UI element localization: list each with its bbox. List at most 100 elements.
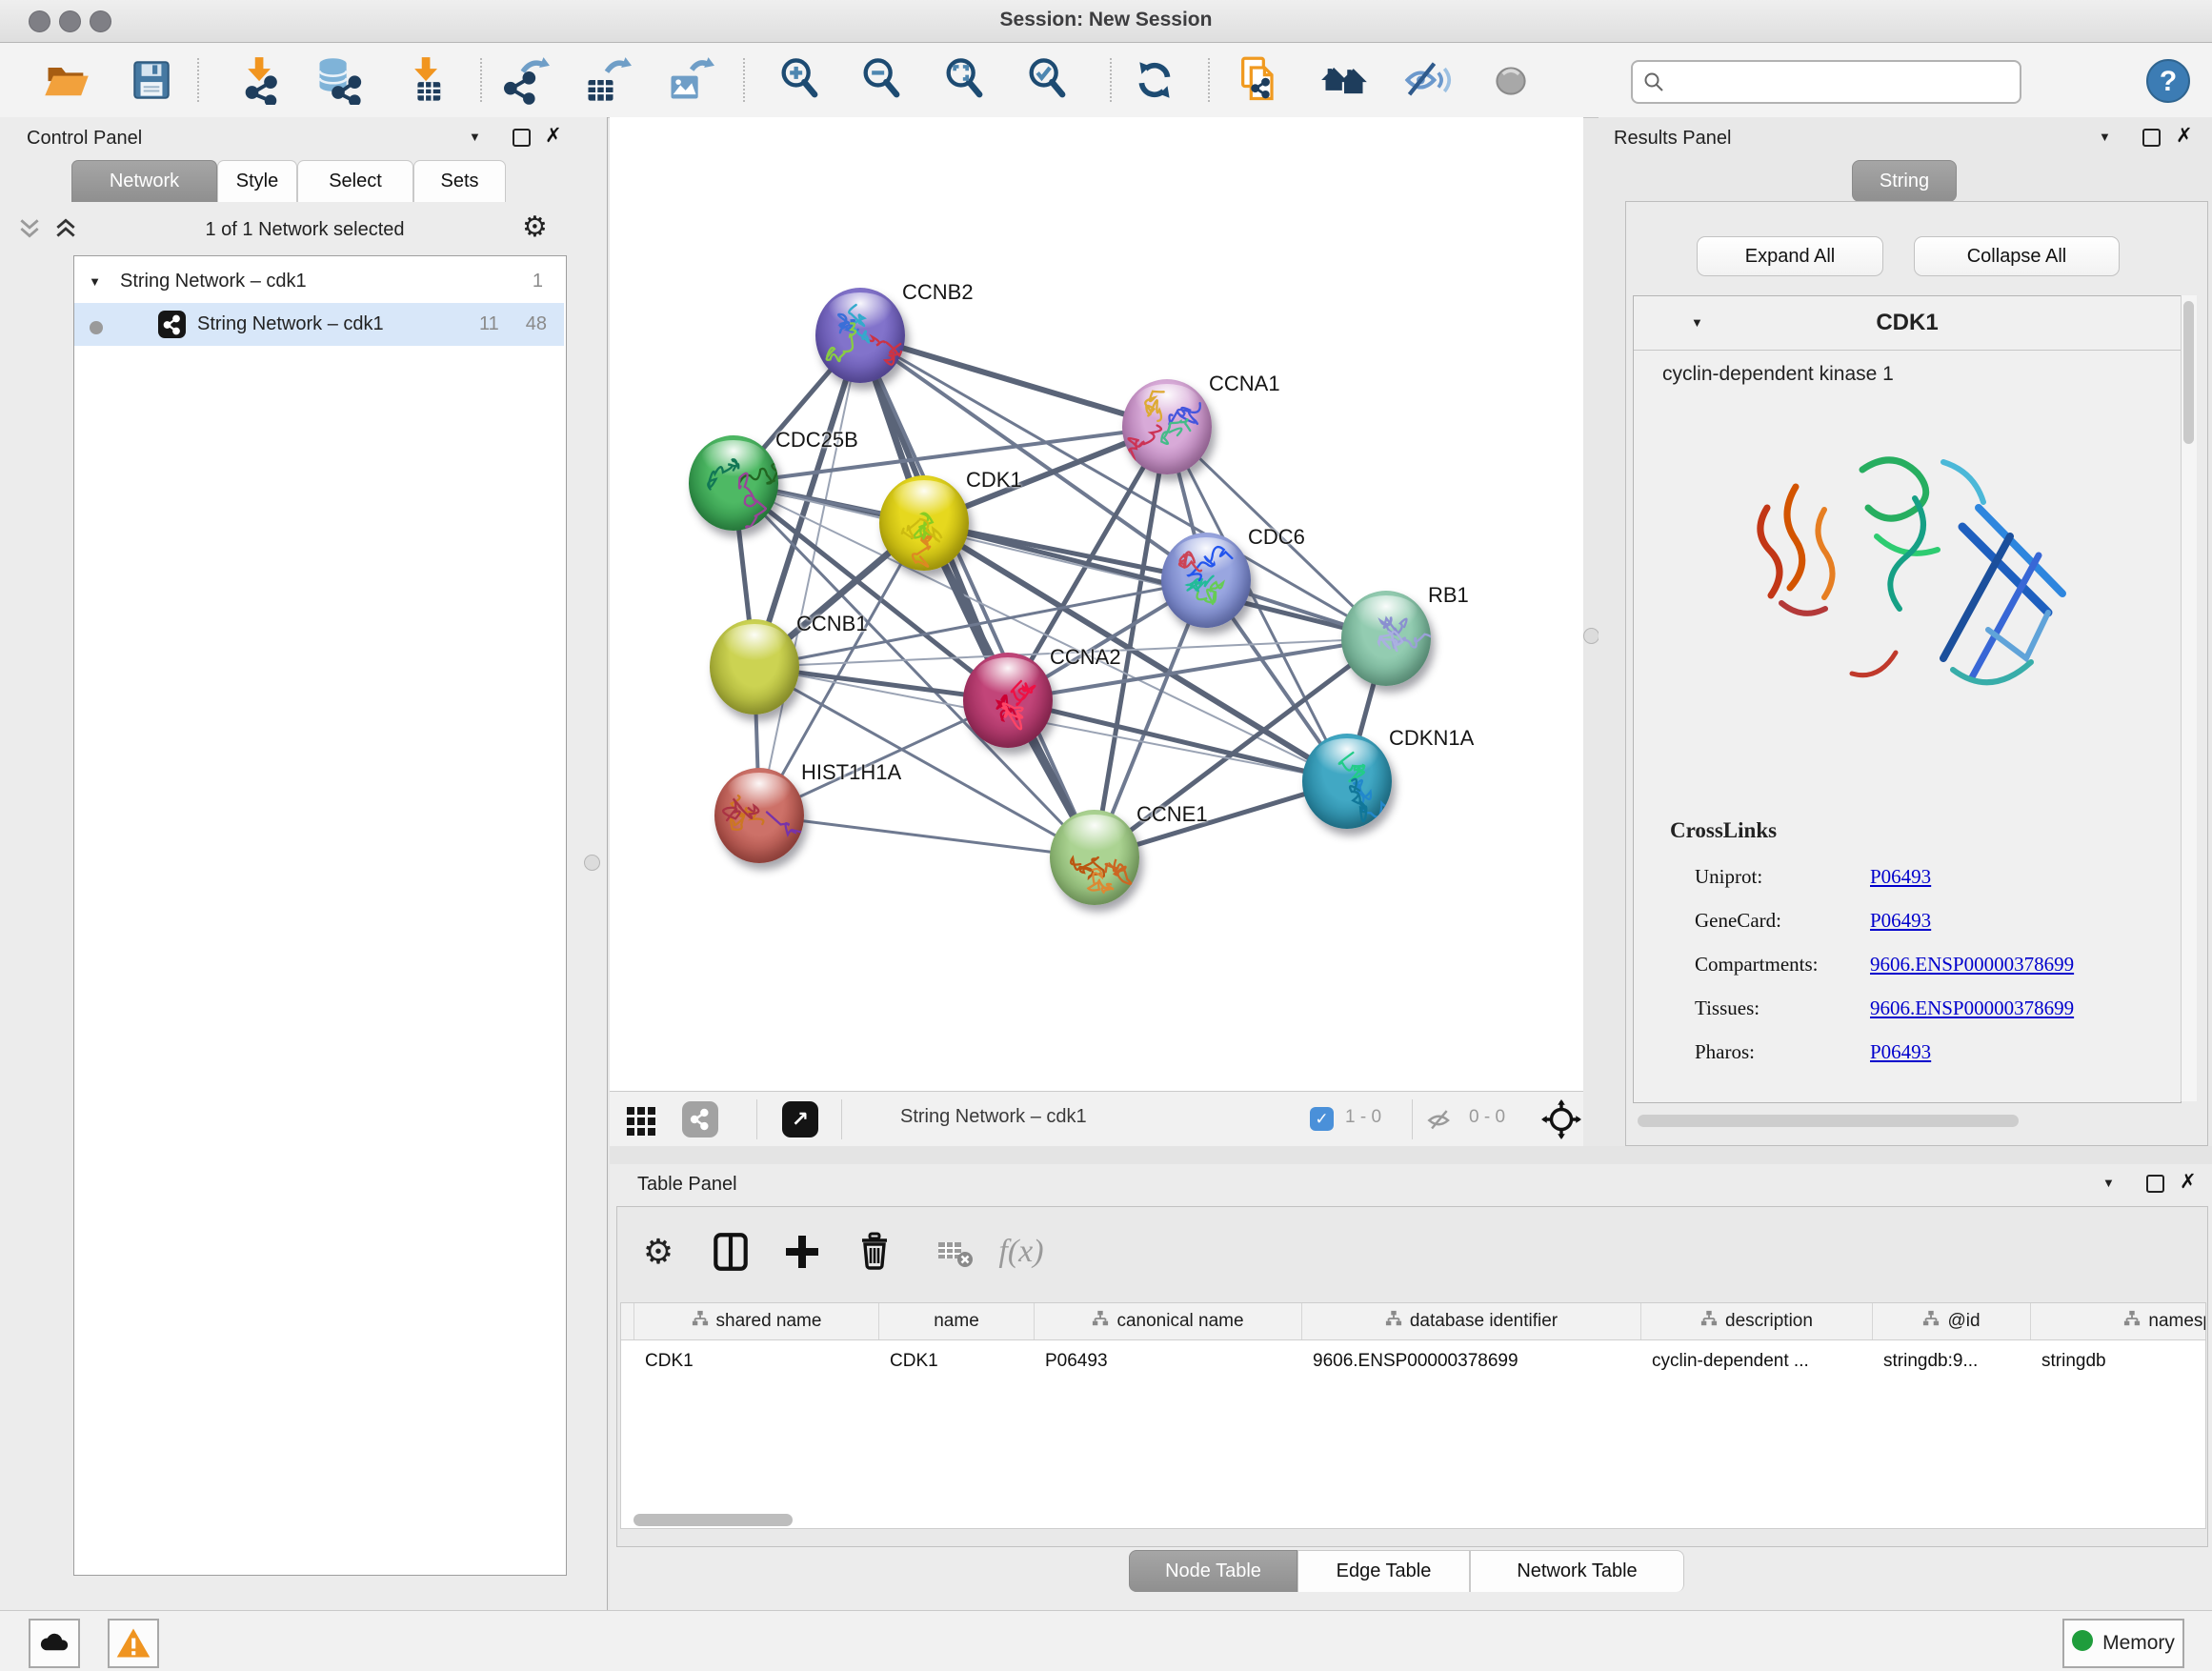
crosslinks-list: Uniprot:P06493GeneCard:P06493Compartment… [1695,855,2152,1074]
zoom-fit-icon[interactable] [939,54,991,106]
hidden-items-eye-slash-icon[interactable] [1425,1104,1458,1137]
center-view-crosshair-icon[interactable] [1541,1099,1581,1139]
node-table[interactable]: shared namenamecanonical namedatabase id… [620,1302,2206,1529]
import-table-from-file-icon[interactable] [399,54,451,106]
save-session-icon[interactable] [126,54,177,106]
search-field[interactable] [1631,60,2021,104]
delete-column-trash-icon[interactable] [847,1224,902,1279]
table-cell[interactable]: stringdb [2030,1342,2206,1380]
home-icon[interactable] [1318,54,1370,106]
expand-all-icon[interactable] [53,216,78,241]
clone-network-icon[interactable] [1234,54,1285,106]
network-node-count: 11 [479,313,499,335]
zoom-selected-icon[interactable] [1022,54,1074,106]
export-image-icon[interactable] [664,54,715,106]
table-cell[interactable]: P06493 [1034,1342,1301,1380]
tab-style[interactable]: Style [217,160,297,202]
export-network-icon[interactable] [499,54,551,106]
control-panel-menu-icon[interactable]: ▼ [469,130,481,144]
table-panel-close-icon[interactable]: ✗ [2180,1175,2197,1189]
memory-button[interactable]: Memory [2062,1619,2184,1668]
selected-items-checkbox-icon[interactable]: ✓ [1310,1107,1334,1131]
network-row[interactable]: String Network – cdk1 11 48 [74,303,564,346]
function-builder-icon[interactable]: f(x) [994,1224,1049,1279]
network-node-HIST1H1A[interactable] [714,768,804,863]
results-panel-menu-icon[interactable]: ▼ [2099,130,2111,144]
zoom-in-icon[interactable] [774,54,826,106]
network-share-view-icon[interactable] [682,1101,718,1137]
table-cell[interactable]: 9606.ENSP00000378699 [1301,1342,1640,1380]
table-cell[interactable]: stringdb:9... [1872,1342,2030,1380]
network-node-CDKN1A[interactable] [1302,734,1392,829]
protein-card-header[interactable]: ▼ CDK1 [1634,296,2181,351]
grid-view-icon[interactable] [625,1103,657,1136]
network-nodes-layer: CCNB2CCNA1CDC25BCDK1CDC6RB1CCNB1CCNA2CDK… [610,117,1583,1091]
results-panel-float-icon[interactable] [2142,129,2161,147]
tab-network-table[interactable]: Network Table [1470,1550,1684,1592]
crosslink-link[interactable]: P06493 [1870,909,1931,933]
results-horizontal-scrollbar[interactable] [1638,1115,2019,1127]
delete-table-icon[interactable] [929,1224,984,1279]
network-node-CDK1[interactable] [879,475,969,571]
table-cell[interactable]: CDK1 [878,1342,1034,1380]
network-node-CCNE1[interactable] [1050,810,1139,905]
network-node-CCNB2[interactable] [815,288,905,383]
crosslink-row: Uniprot:P06493 [1695,855,2152,898]
birdseye-view-icon[interactable]: ↗ [782,1101,818,1137]
results-panel-close-icon[interactable]: ✗ [2176,129,2193,143]
table-panel-float-icon[interactable] [2146,1175,2164,1193]
warning-button[interactable] [108,1619,159,1668]
add-column-icon[interactable] [774,1224,830,1279]
toolbar-separator [743,58,745,102]
table-settings-gear-icon[interactable]: ⚙ [631,1224,686,1279]
collapse-all-icon[interactable] [17,216,42,241]
tab-network[interactable]: Network [71,160,217,202]
crosslink-link[interactable]: 9606.ENSP00000378699 [1870,997,2074,1020]
tab-node-table[interactable]: Node Table [1129,1550,1297,1592]
table-horizontal-scrollbar[interactable] [633,1514,793,1526]
cloud-button[interactable] [29,1619,80,1668]
results-vertical-scrollbar[interactable] [2181,295,2197,1101]
control-panel-float-icon[interactable] [513,129,531,147]
network-node-CDC6[interactable] [1161,533,1251,628]
crosslink-link[interactable]: P06493 [1870,865,1931,889]
network-node-CCNA1[interactable] [1122,379,1212,474]
network-node-RB1[interactable] [1341,591,1431,686]
main-toolbar: ? [0,43,2212,118]
tab-edge-table[interactable]: Edge Table [1297,1550,1470,1592]
collection-expand-icon[interactable]: ▼ [74,274,101,289]
table-panel-menu-icon[interactable]: ▼ [2102,1176,2115,1190]
table-cell[interactable]: CDK1 [633,1342,878,1380]
refresh-icon[interactable] [1130,54,1181,106]
control-panel-close-icon[interactable]: ✗ [545,129,562,143]
import-network-from-file-icon[interactable] [232,54,284,106]
show-overview-icon[interactable] [1485,54,1537,106]
expand-all-button[interactable]: Expand All [1697,236,1883,276]
network-canvas[interactable]: CCNB2CCNA1CDC25BCDK1CDC6RB1CCNB1CCNA2CDK… [610,117,1583,1091]
help-button[interactable]: ? [2145,58,2191,104]
collapse-all-button[interactable]: Collapse All [1914,236,2120,276]
table-cell[interactable]: cyclin-dependent ... [1640,1342,1872,1380]
zoom-out-icon[interactable] [856,54,908,106]
tab-select[interactable]: Select [297,160,413,202]
search-input[interactable] [1675,70,2020,93]
crosslink-link[interactable]: P06493 [1870,1040,1931,1064]
export-table-icon[interactable] [581,54,633,106]
network-node-CCNA2[interactable] [963,653,1053,748]
network-node-CDC25B[interactable] [689,435,778,531]
network-options-gear-icon[interactable]: ⚙ [522,211,548,244]
crosslink-link[interactable]: 9606.ENSP00000378699 [1870,953,2074,976]
app-status-bar: Memory [0,1610,2212,1671]
show-columns-icon[interactable] [703,1224,758,1279]
network-collection-row[interactable]: ▼ String Network – cdk1 1 [74,260,564,303]
control-panel-splitter-handle[interactable] [584,855,600,871]
tab-string[interactable]: String [1852,160,1957,202]
hide-results-icon[interactable] [1402,54,1454,106]
horizontal-divider[interactable] [610,1146,2212,1164]
scrollbar-thumb[interactable] [2183,301,2194,444]
import-network-from-database-icon[interactable] [312,54,364,106]
results-panel-splitter-handle[interactable] [1583,628,1599,644]
network-node-CCNB1[interactable] [710,619,799,715]
tab-sets[interactable]: Sets [413,160,506,202]
open-session-icon[interactable] [41,54,92,106]
